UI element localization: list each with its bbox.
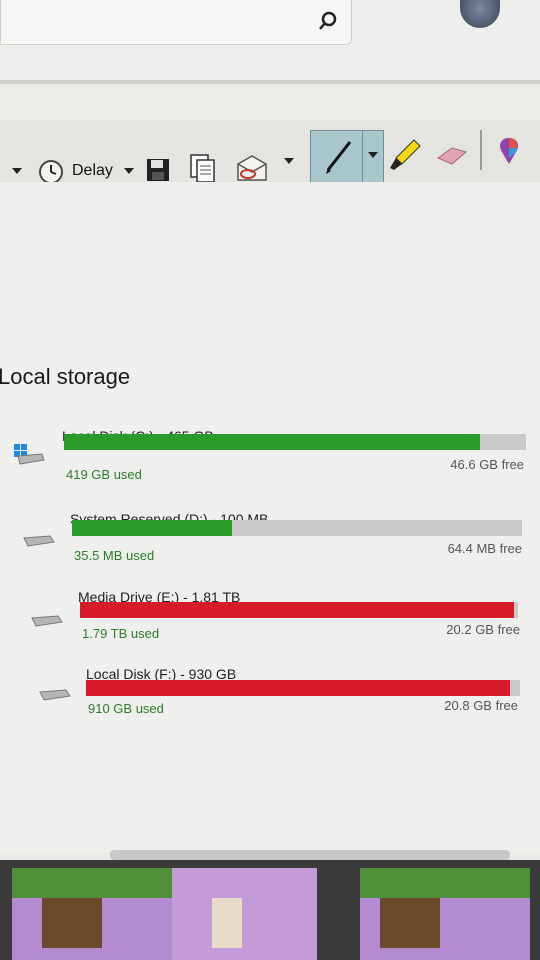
- thumbnail-3[interactable]: [360, 868, 530, 960]
- send-email-icon[interactable]: [236, 154, 268, 182]
- drive-d-icon: [22, 532, 56, 548]
- thumbnail-grass: [360, 868, 530, 898]
- mode-dropdown-arrow[interactable]: [12, 168, 22, 174]
- drive-d-free: 64.4 MB free: [447, 541, 522, 556]
- pen-split: [362, 130, 363, 182]
- drive-f-used: 910 GB used: [88, 701, 164, 716]
- bottom-thumbnails: [0, 860, 540, 960]
- copy-icon[interactable]: [190, 154, 216, 184]
- drive-f-free: 20.8 GB free: [444, 698, 518, 713]
- drive-e-bar: [80, 602, 518, 618]
- pen-dropdown-arrow[interactable]: [368, 152, 378, 158]
- paint3d-icon[interactable]: [496, 136, 522, 166]
- highlighter-icon[interactable]: [388, 138, 422, 174]
- drive-d-fill: [72, 520, 232, 536]
- drive-c-used: 419 GB used: [66, 467, 142, 482]
- drive-f-bar: [86, 680, 520, 696]
- drive-f-icon: [38, 686, 72, 702]
- windows-drive-icon: [12, 442, 46, 466]
- browser-top-bar: [0, 0, 540, 80]
- local-storage-heading: Local storage: [0, 364, 131, 389]
- eraser-icon[interactable]: [434, 142, 468, 168]
- drive-e-free: 20.2 GB free: [446, 622, 520, 637]
- search-box[interactable]: [0, 0, 352, 45]
- character-sprite: [42, 898, 102, 948]
- drive-e-icon: [30, 612, 64, 628]
- drive-f-fill: [86, 680, 511, 696]
- drive-d-bar: [72, 520, 522, 536]
- character-sprite: [212, 898, 242, 948]
- thumbnail-1[interactable]: [12, 868, 172, 960]
- search-icon[interactable]: [317, 10, 339, 32]
- drive-c-bar: [64, 434, 526, 450]
- character-sprite: [380, 898, 440, 948]
- thumbnail-grass: [12, 868, 172, 898]
- thumbnail-2[interactable]: [172, 868, 317, 960]
- drive-c-fill: [64, 434, 480, 450]
- drive-e-fill: [80, 602, 514, 618]
- save-icon[interactable]: [146, 158, 170, 182]
- pen-icon[interactable]: [322, 138, 354, 176]
- drive-d-used: 35.5 MB used: [74, 548, 155, 563]
- drive-c-free: 46.6 GB free: [450, 457, 524, 472]
- horizontal-scrollbar[interactable]: [110, 850, 510, 860]
- toolbar-divider: [480, 130, 482, 170]
- delay-dropdown-arrow[interactable]: [124, 168, 134, 174]
- drive-e-used: 1.79 TB used: [82, 626, 160, 641]
- avatar[interactable]: [460, 0, 500, 28]
- send-dropdown-arrow[interactable]: [284, 158, 294, 164]
- delay-button[interactable]: Delay: [72, 162, 113, 180]
